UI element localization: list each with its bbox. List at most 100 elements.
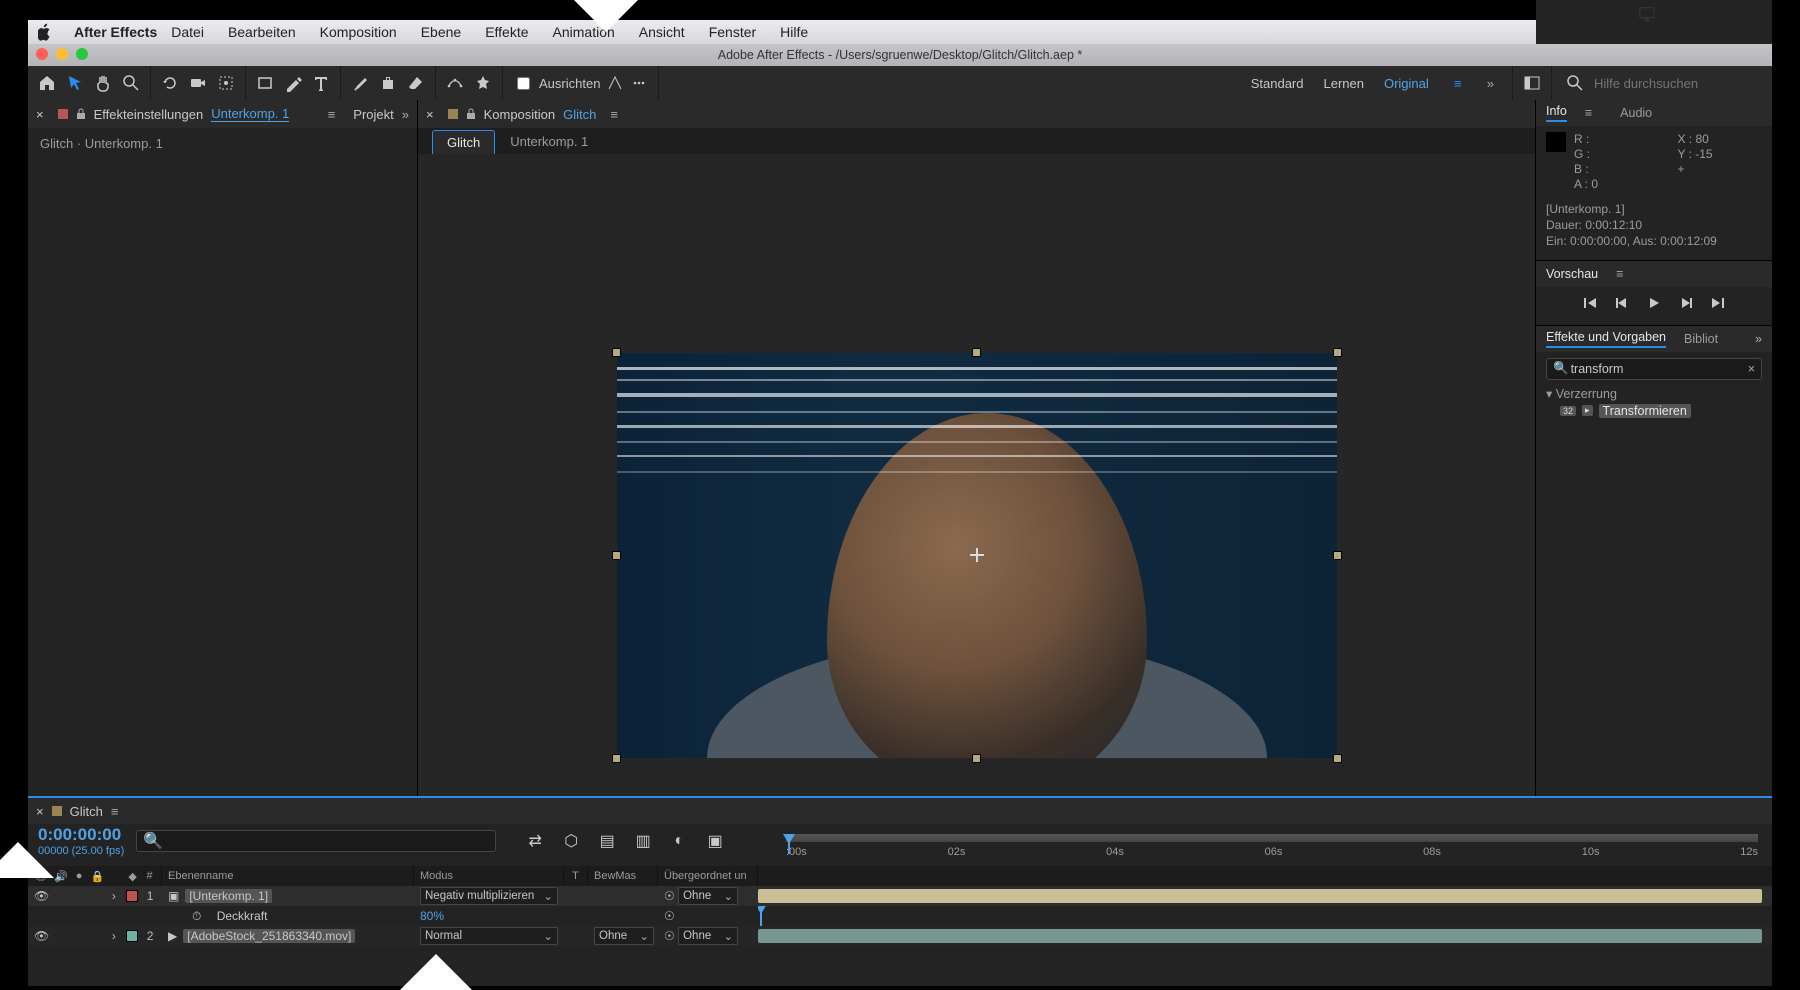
anchor-tool-icon[interactable]	[217, 74, 235, 92]
parent-dropdown[interactable]: Ohne	[678, 887, 738, 905]
col-t[interactable]: T	[564, 866, 588, 886]
align-checkbox[interactable]	[517, 77, 530, 90]
menu-effekte[interactable]: Effekte	[485, 24, 528, 40]
lock-icon[interactable]	[466, 108, 476, 120]
tab-label[interactable]: Effekteinstellungen	[94, 107, 204, 122]
panel-menu-icon[interactable]: ≡	[328, 107, 336, 122]
prev-frame-icon[interactable]	[1614, 295, 1630, 311]
clone-tool-icon[interactable]	[379, 74, 397, 92]
col-name[interactable]: Ebenenname	[162, 866, 414, 886]
anchor-point-icon[interactable]	[970, 548, 984, 562]
draft3d-icon[interactable]: ⬡	[562, 832, 580, 850]
info-tab[interactable]: Info	[1546, 104, 1567, 122]
project-tab[interactable]: Projekt	[353, 107, 393, 122]
eye-icon[interactable]: 👁	[34, 889, 48, 903]
workspace-original[interactable]: Original	[1384, 76, 1429, 91]
parent-pickwhip-icon[interactable]: ☉	[664, 929, 675, 943]
play-icon[interactable]	[1646, 295, 1662, 311]
type-tool-icon[interactable]	[312, 74, 330, 92]
menu-hilfe[interactable]: Hilfe	[780, 24, 808, 40]
layer-row[interactable]: 👁›1 ▣[Unterkomp. 1] Negativ multiplizier…	[28, 886, 1772, 906]
layer-bar[interactable]	[758, 889, 1762, 903]
close-window-button[interactable]	[36, 48, 48, 60]
workspace-standard[interactable]: Standard	[1251, 76, 1304, 91]
close-tab-icon[interactable]: ×	[426, 107, 434, 122]
last-frame-icon[interactable]	[1710, 295, 1726, 311]
menu-fenster[interactable]: Fenster	[709, 24, 756, 40]
traffic-lights[interactable]	[36, 48, 88, 60]
eraser-tool-icon[interactable]	[407, 74, 425, 92]
menu-komposition[interactable]: Komposition	[320, 24, 397, 40]
stopwatch-icon[interactable]: ⏱	[192, 909, 201, 924]
timeline-tab-name[interactable]: Glitch	[70, 804, 103, 819]
playhead[interactable]	[760, 906, 762, 926]
solo-column-icon[interactable]: ●	[74, 870, 85, 882]
resize-handle[interactable]	[1333, 551, 1342, 560]
workspace-overflow-icon[interactable]: »	[1487, 76, 1494, 91]
blend-mode-dropdown[interactable]: Normal	[420, 927, 558, 945]
tab-label[interactable]: Komposition	[484, 107, 556, 122]
shy-icon[interactable]: ▤	[598, 832, 616, 850]
zoom-window-button[interactable]	[76, 48, 88, 60]
col-mode[interactable]: Modus	[414, 866, 564, 886]
motion-blur-icon[interactable]: ◐	[670, 832, 688, 850]
audio-column-icon[interactable]: 🔊	[54, 870, 68, 883]
panel-menu-icon[interactable]: ≡	[1616, 267, 1623, 281]
canvas[interactable]	[617, 353, 1337, 758]
panel-menu-icon[interactable]: ≡	[610, 107, 618, 122]
expression-pickwhip-icon[interactable]: ☉	[664, 909, 675, 923]
lock-icon[interactable]	[76, 108, 86, 120]
lock-column-icon[interactable]: 🔒	[91, 870, 105, 883]
resize-handle[interactable]	[972, 348, 981, 357]
property-value[interactable]: 80%	[420, 909, 444, 923]
layer-bar[interactable]	[758, 929, 1762, 943]
playhead[interactable]	[788, 834, 790, 854]
preview-tab[interactable]: Vorschau	[1546, 267, 1598, 281]
comp-mini-flow-icon[interactable]: ⇄	[526, 832, 544, 850]
brush-tool-icon[interactable]	[351, 74, 369, 92]
fx-category-verzerrung[interactable]: ▾ Verzerrung	[1546, 386, 1762, 401]
apple-icon[interactable]	[38, 21, 60, 43]
frame-blend-icon[interactable]: ▥	[634, 832, 652, 850]
property-row[interactable]: ⏱ Deckkraft 80% ☉	[28, 906, 1772, 926]
menu-datei[interactable]: Datei	[171, 24, 204, 40]
close-tab-icon[interactable]: ×	[36, 804, 44, 819]
first-frame-icon[interactable]	[1582, 295, 1598, 311]
col-parent[interactable]: Übergeordnet un	[658, 866, 758, 886]
effects-presets-tab[interactable]: Effekte und Vorgaben	[1546, 330, 1666, 348]
comp-subtab-unterkomp[interactable]: Unterkomp. 1	[495, 129, 603, 154]
panel-menu-icon[interactable]: ≡	[1585, 106, 1592, 120]
col-trkmat[interactable]: BewMas	[588, 866, 658, 886]
resize-handle[interactable]	[972, 754, 981, 763]
tab-comp-link[interactable]: Glitch	[563, 107, 596, 122]
pen-tool-icon[interactable]	[284, 74, 302, 92]
layer-row[interactable]: 👁›2 ▶[AdobeStock_251863340.mov] Normal O…	[28, 926, 1772, 946]
time-ruler[interactable]: :00s 02s 04s 06s 08s 10s 12s	[786, 834, 1758, 854]
graph-editor-icon[interactable]: ▣	[706, 832, 724, 850]
close-tab-icon[interactable]: ×	[36, 107, 44, 122]
airplay-icon[interactable]	[1638, 5, 1656, 23]
selection-tool-icon[interactable]	[66, 74, 84, 92]
resize-handle[interactable]	[612, 348, 621, 357]
libraries-tab[interactable]: Bibliot	[1684, 332, 1718, 346]
layer-color-chip[interactable]	[126, 890, 138, 902]
label-column-icon[interactable]: ◆	[127, 870, 138, 883]
menu-ebene[interactable]: Ebene	[421, 24, 461, 40]
next-frame-icon[interactable]	[1678, 295, 1694, 311]
rotate-tool-icon[interactable]	[161, 74, 179, 92]
roto-tool-icon[interactable]	[446, 74, 464, 92]
rect-tool-icon[interactable]	[256, 74, 274, 92]
help-search-input[interactable]	[1592, 75, 1752, 92]
menu-bearbeiten[interactable]: Bearbeiten	[228, 24, 296, 40]
camera-tool-icon[interactable]	[189, 74, 207, 92]
app-name[interactable]: After Effects	[74, 24, 157, 40]
menu-ansicht[interactable]: Ansicht	[639, 24, 685, 40]
audio-tab[interactable]: Audio	[1620, 106, 1652, 120]
clear-search-icon[interactable]: ×	[1748, 362, 1755, 376]
resize-handle[interactable]	[612, 551, 621, 560]
resize-handle[interactable]	[1333, 754, 1342, 763]
parent-pickwhip-icon[interactable]: ☉	[664, 889, 675, 903]
eye-icon[interactable]: 👁	[34, 929, 48, 943]
comp-subtab-glitch[interactable]: Glitch	[432, 130, 495, 154]
panel-menu-icon[interactable]: ≡	[111, 804, 119, 819]
